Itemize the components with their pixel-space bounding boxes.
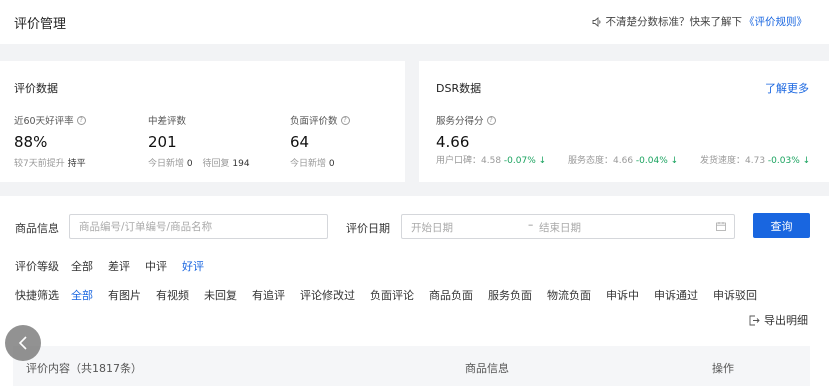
dsr-item-reputation: 用户口碑：4.58 -0.07% ↓ [436, 153, 546, 166]
dsr-item-delta: -0.04% [635, 156, 668, 166]
quick-chip-product-negative[interactable]: 商品负面 [429, 287, 473, 303]
mid-bad-count-metric: 中差评数 201 今日新增 0 待回复 194 [148, 113, 250, 169]
service-score-label: 服务分得分 [436, 116, 484, 127]
query-button[interactable]: 查询 [753, 213, 810, 238]
good-rate-compare-label: 较7天前提升 [14, 159, 65, 169]
rating-chip-all[interactable]: 全部 [71, 258, 93, 274]
quick-chip-service-negative[interactable]: 服务负面 [488, 287, 532, 303]
good-rate-compare-value: 持平 [67, 159, 86, 169]
rating-chip-good[interactable]: 好评 [182, 258, 204, 274]
dsr-item-label: 发货速度：4.73 [700, 156, 766, 166]
arrow-down-icon: ↓ [670, 156, 679, 166]
column-header-product: 商品信息 [465, 362, 509, 375]
today-new-label: 今日新增 [148, 159, 185, 169]
good-rate-metric: 近60天好评率 ? 88% 较7天前提升 持平 [14, 113, 86, 169]
date-start-input[interactable]: 开始日期 [411, 220, 453, 235]
dsr-item-shipping: 发货速度：4.73 -0.03% ↓ [700, 153, 810, 166]
arrow-down-icon: ↓ [538, 156, 547, 166]
dsr-item-attitude: 服务态度：4.66 -0.04% ↓ [568, 153, 678, 166]
good-rate-label: 近60天好评率 [14, 116, 74, 127]
quick-chip-modified[interactable]: 评论修改过 [300, 287, 355, 303]
mid-bad-count-value: 201 [148, 133, 177, 151]
product-info-label: 商品信息 [15, 222, 59, 235]
negative-today-value: 0 [328, 159, 335, 169]
help-icon[interactable]: ? [340, 115, 350, 125]
product-search-box [69, 214, 328, 239]
dsr-item-delta: -0.03% [767, 156, 800, 166]
rating-chip-bad[interactable]: 差评 [108, 258, 130, 274]
today-new-value: 0 [186, 159, 193, 169]
export-icon [749, 315, 760, 325]
quick-chip-has-image[interactable]: 有图片 [108, 287, 141, 303]
good-rate-value: 88% [14, 133, 48, 151]
quick-chip-all[interactable]: 全部 [71, 287, 93, 303]
export-button[interactable]: 导出明细 [749, 312, 808, 328]
negative-count-value: 64 [290, 133, 310, 151]
quick-chip-appealing[interactable]: 申诉中 [606, 287, 639, 303]
product-search-input[interactable] [70, 215, 327, 238]
eval-data-card: 评价数据 近60天好评率 ? 88% 较7天前提升 持平 中差评数 201 今日… [0, 61, 405, 182]
mid-bad-count-label: 中差评数 [148, 116, 187, 127]
quick-chip-appeal-approved[interactable]: 申诉通过 [654, 287, 698, 303]
quick-filter: 快捷筛选 全部 有图片 有视频 未回复 有追评 评论修改过 负面评论 商品负面 … [15, 287, 772, 303]
quick-chip-unreplied[interactable]: 未回复 [204, 287, 237, 303]
column-header-actions: 操作 [712, 362, 734, 375]
pending-reply-value: 194 [232, 159, 250, 169]
arrow-down-icon: ↓ [802, 156, 811, 166]
rating-filter: 评价等级 全部 差评 中评 好评 [15, 258, 219, 274]
chevron-left-icon [18, 336, 27, 350]
back-button[interactable] [5, 325, 41, 361]
dsr-card: DSR数据 了解更多 服务分得分 ? 4.66 用户口碑：4.58 -0.07%… [419, 61, 829, 182]
calendar-icon [716, 222, 726, 231]
quick-chip-has-video[interactable]: 有视频 [156, 287, 189, 303]
notice-text: 不清楚分数标准？快来了解下 [605, 16, 743, 28]
rating-chip-mid[interactable]: 中评 [145, 258, 167, 274]
rules-notice: 不清楚分数标准？快来了解下 《评价规则》 [592, 14, 807, 29]
rules-link[interactable]: 《评价规则》 [744, 14, 807, 29]
quick-filter-label: 快捷筛选 [15, 289, 59, 302]
service-score-value: 4.66 [436, 133, 470, 151]
date-separator: – [528, 219, 534, 231]
date-end-input[interactable]: 结束日期 [539, 220, 581, 235]
negative-count-label: 负面评价数 [290, 116, 338, 127]
eval-data-title: 评价数据 [14, 82, 58, 95]
dsr-item-delta: -0.07% [503, 156, 536, 166]
rating-filter-label: 评价等级 [15, 260, 59, 273]
service-score-metric: 服务分得分 ? 4.66 [436, 113, 496, 151]
review-list-panel: 商品信息 评价日期 开始日期 – 结束日期 查询 评价等级 全部 差评 中评 好… [0, 196, 829, 386]
help-icon[interactable]: ? [486, 115, 496, 125]
quick-chip-appeal-rejected[interactable]: 申诉驳回 [713, 287, 757, 303]
column-header-content: 评价内容（共1817条） [26, 362, 142, 375]
date-label: 评价日期 [346, 222, 390, 235]
table-header: 评价内容（共1817条） 商品信息 操作 [13, 346, 810, 386]
negative-count-metric: 负面评价数 ? 64 今日新增 0 [290, 113, 350, 169]
export-label: 导出明细 [764, 314, 808, 327]
quick-chip-follow-up[interactable]: 有追评 [252, 287, 285, 303]
quick-chip-negative[interactable]: 负面评论 [370, 287, 414, 303]
page-header: 评价管理 不清楚分数标准？快来了解下 《评价规则》 [0, 0, 829, 44]
page-title: 评价管理 [14, 17, 67, 32]
date-range-picker[interactable]: 开始日期 – 结束日期 [401, 214, 735, 239]
learn-more-link[interactable]: 了解更多 [765, 80, 809, 96]
speaker-icon [592, 16, 600, 27]
dsr-title: DSR数据 [436, 82, 482, 95]
dsr-item-label: 用户口碑：4.58 [436, 156, 502, 166]
quick-chip-logistics-negative[interactable]: 物流负面 [547, 287, 591, 303]
pending-reply-label: 待回复 [202, 159, 230, 169]
negative-today-label: 今日新增 [290, 159, 327, 169]
dsr-item-label: 服务态度：4.66 [568, 156, 634, 166]
help-icon[interactable]: ? [76, 115, 86, 125]
